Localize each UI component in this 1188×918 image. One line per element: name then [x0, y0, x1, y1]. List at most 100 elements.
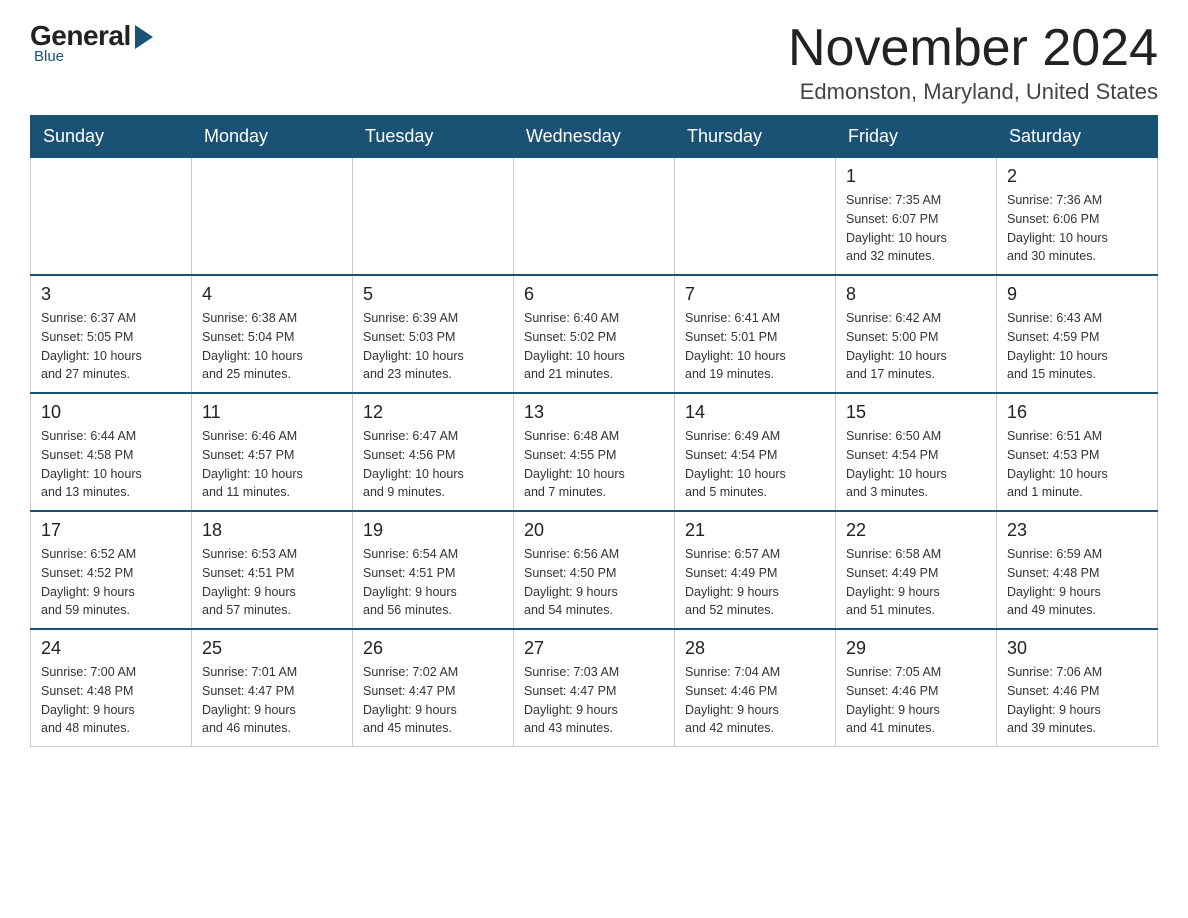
calendar-header-wednesday: Wednesday [514, 116, 675, 158]
day-info: Sunrise: 7:35 AM Sunset: 6:07 PM Dayligh… [846, 191, 986, 266]
day-number: 8 [846, 284, 986, 305]
day-number: 27 [524, 638, 664, 659]
day-number: 11 [202, 402, 342, 423]
month-title: November 2024 [788, 20, 1158, 77]
day-info: Sunrise: 7:06 AM Sunset: 4:46 PM Dayligh… [1007, 663, 1147, 738]
day-info: Sunrise: 7:03 AM Sunset: 4:47 PM Dayligh… [524, 663, 664, 738]
calendar-cell: 16Sunrise: 6:51 AM Sunset: 4:53 PM Dayli… [997, 393, 1158, 511]
day-number: 7 [685, 284, 825, 305]
day-info: Sunrise: 6:42 AM Sunset: 5:00 PM Dayligh… [846, 309, 986, 384]
day-number: 20 [524, 520, 664, 541]
day-info: Sunrise: 7:02 AM Sunset: 4:47 PM Dayligh… [363, 663, 503, 738]
calendar-cell: 21Sunrise: 6:57 AM Sunset: 4:49 PM Dayli… [675, 511, 836, 629]
day-info: Sunrise: 7:00 AM Sunset: 4:48 PM Dayligh… [41, 663, 181, 738]
day-number: 3 [41, 284, 181, 305]
day-info: Sunrise: 6:37 AM Sunset: 5:05 PM Dayligh… [41, 309, 181, 384]
calendar-header-sunday: Sunday [31, 116, 192, 158]
day-info: Sunrise: 6:44 AM Sunset: 4:58 PM Dayligh… [41, 427, 181, 502]
day-info: Sunrise: 6:52 AM Sunset: 4:52 PM Dayligh… [41, 545, 181, 620]
calendar-cell: 29Sunrise: 7:05 AM Sunset: 4:46 PM Dayli… [836, 629, 997, 747]
day-number: 1 [846, 166, 986, 187]
day-number: 24 [41, 638, 181, 659]
calendar-header-row: SundayMondayTuesdayWednesdayThursdayFrid… [31, 116, 1158, 158]
calendar-cell: 2 Sunrise: 7:36 AM Sunset: 6:06 PM Daylig… [997, 158, 1158, 276]
page-header: General Blue November 2024 Edmonston, Ma… [30, 20, 1158, 105]
week-row-0: 1 Sunrise: 7:35 AM Sunset: 6:07 PM Daylig… [31, 158, 1158, 276]
calendar-cell: 17 Sunrise: 6:52 AM Sunset: 4:52 PM Dayli… [31, 511, 192, 629]
calendar-header-saturday: Saturday [997, 116, 1158, 158]
day-info: Sunrise: 6:56 AM Sunset: 4:50 PM Dayligh… [524, 545, 664, 620]
title-section: November 2024 Edmonston, Maryland, Unite… [788, 20, 1158, 105]
week-row-3: 17 Sunrise: 6:52 AM Sunset: 4:52 PM Dayli… [31, 511, 1158, 629]
day-info: Sunrise: 6:48 AM Sunset: 4:55 PM Dayligh… [524, 427, 664, 502]
day-info: Sunrise: 6:43 AM Sunset: 4:59 PM Dayligh… [1007, 309, 1147, 384]
day-info: Sunrise: 6:46 AM Sunset: 4:57 PM Dayligh… [202, 427, 342, 502]
day-number: 10 [41, 402, 181, 423]
day-number: 22 [846, 520, 986, 541]
day-info: Sunrise: 7:01 AM Sunset: 4:47 PM Dayligh… [202, 663, 342, 738]
week-row-2: 10 Sunrise: 6:44 AM Sunset: 4:58 PM Dayli… [31, 393, 1158, 511]
day-number: 15 [846, 402, 986, 423]
location: Edmonston, Maryland, United States [788, 79, 1158, 105]
calendar-cell [192, 158, 353, 276]
calendar-cell: 15 Sunrise: 6:50 AM Sunset: 4:54 PM Dayli… [836, 393, 997, 511]
day-number: 18 [202, 520, 342, 541]
calendar-cell [514, 158, 675, 276]
logo: General Blue [30, 20, 153, 65]
calendar-cell: 5 Sunrise: 6:39 AM Sunset: 5:03 PM Daylig… [353, 275, 514, 393]
week-row-1: 3 Sunrise: 6:37 AM Sunset: 5:05 PM Daylig… [31, 275, 1158, 393]
calendar-cell: 27 Sunrise: 7:03 AM Sunset: 4:47 PM Dayli… [514, 629, 675, 747]
week-row-4: 24 Sunrise: 7:00 AM Sunset: 4:48 PM Dayli… [31, 629, 1158, 747]
day-info: Sunrise: 6:51 AM Sunset: 4:53 PM Dayligh… [1007, 427, 1147, 502]
day-number: 5 [363, 284, 503, 305]
day-info: Sunrise: 6:49 AM Sunset: 4:54 PM Dayligh… [685, 427, 825, 502]
day-number: 30 [1007, 638, 1147, 659]
day-number: 4 [202, 284, 342, 305]
calendar-cell [353, 158, 514, 276]
calendar-cell: 24 Sunrise: 7:00 AM Sunset: 4:48 PM Dayli… [31, 629, 192, 747]
calendar-header-thursday: Thursday [675, 116, 836, 158]
calendar-cell: 18 Sunrise: 6:53 AM Sunset: 4:51 PM Dayli… [192, 511, 353, 629]
day-info: Sunrise: 6:58 AM Sunset: 4:49 PM Dayligh… [846, 545, 986, 620]
day-info: Sunrise: 7:04 AM Sunset: 4:46 PM Dayligh… [685, 663, 825, 738]
logo-arrow-icon [135, 25, 153, 49]
calendar-cell: 20 Sunrise: 6:56 AM Sunset: 4:50 PM Dayli… [514, 511, 675, 629]
calendar-cell: 28Sunrise: 7:04 AM Sunset: 4:46 PM Dayli… [675, 629, 836, 747]
calendar-header-friday: Friday [836, 116, 997, 158]
calendar-cell: 4 Sunrise: 6:38 AM Sunset: 5:04 PM Daylig… [192, 275, 353, 393]
calendar-table: SundayMondayTuesdayWednesdayThursdayFrid… [30, 115, 1158, 747]
day-number: 12 [363, 402, 503, 423]
day-number: 14 [685, 402, 825, 423]
day-number: 19 [363, 520, 503, 541]
calendar-cell: 23Sunrise: 6:59 AM Sunset: 4:48 PM Dayli… [997, 511, 1158, 629]
day-number: 9 [1007, 284, 1147, 305]
calendar-cell: 6Sunrise: 6:40 AM Sunset: 5:02 PM Daylig… [514, 275, 675, 393]
calendar-cell: 22 Sunrise: 6:58 AM Sunset: 4:49 PM Dayli… [836, 511, 997, 629]
day-number: 17 [41, 520, 181, 541]
calendar-cell: 3 Sunrise: 6:37 AM Sunset: 5:05 PM Daylig… [31, 275, 192, 393]
calendar-cell: 30 Sunrise: 7:06 AM Sunset: 4:46 PM Dayli… [997, 629, 1158, 747]
calendar-cell: 9 Sunrise: 6:43 AM Sunset: 4:59 PM Daylig… [997, 275, 1158, 393]
calendar-cell: 12Sunrise: 6:47 AM Sunset: 4:56 PM Dayli… [353, 393, 514, 511]
calendar-cell: 25 Sunrise: 7:01 AM Sunset: 4:47 PM Dayli… [192, 629, 353, 747]
day-info: Sunrise: 6:40 AM Sunset: 5:02 PM Dayligh… [524, 309, 664, 384]
day-info: Sunrise: 6:59 AM Sunset: 4:48 PM Dayligh… [1007, 545, 1147, 620]
calendar-cell: 8 Sunrise: 6:42 AM Sunset: 5:00 PM Daylig… [836, 275, 997, 393]
calendar-cell: 11 Sunrise: 6:46 AM Sunset: 4:57 PM Dayli… [192, 393, 353, 511]
day-info: Sunrise: 6:54 AM Sunset: 4:51 PM Dayligh… [363, 545, 503, 620]
calendar-cell: 13Sunrise: 6:48 AM Sunset: 4:55 PM Dayli… [514, 393, 675, 511]
day-info: Sunrise: 7:36 AM Sunset: 6:06 PM Dayligh… [1007, 191, 1147, 266]
day-info: Sunrise: 6:50 AM Sunset: 4:54 PM Dayligh… [846, 427, 986, 502]
day-number: 2 [1007, 166, 1147, 187]
calendar-cell [675, 158, 836, 276]
day-info: Sunrise: 6:53 AM Sunset: 4:51 PM Dayligh… [202, 545, 342, 620]
calendar-cell: 19 Sunrise: 6:54 AM Sunset: 4:51 PM Dayli… [353, 511, 514, 629]
calendar-header-tuesday: Tuesday [353, 116, 514, 158]
day-info: Sunrise: 6:38 AM Sunset: 5:04 PM Dayligh… [202, 309, 342, 384]
calendar-cell: 14 Sunrise: 6:49 AM Sunset: 4:54 PM Dayli… [675, 393, 836, 511]
day-number: 25 [202, 638, 342, 659]
day-info: Sunrise: 6:39 AM Sunset: 5:03 PM Dayligh… [363, 309, 503, 384]
calendar-cell: 26Sunrise: 7:02 AM Sunset: 4:47 PM Dayli… [353, 629, 514, 747]
day-number: 29 [846, 638, 986, 659]
logo-blue-text: Blue [34, 48, 64, 65]
